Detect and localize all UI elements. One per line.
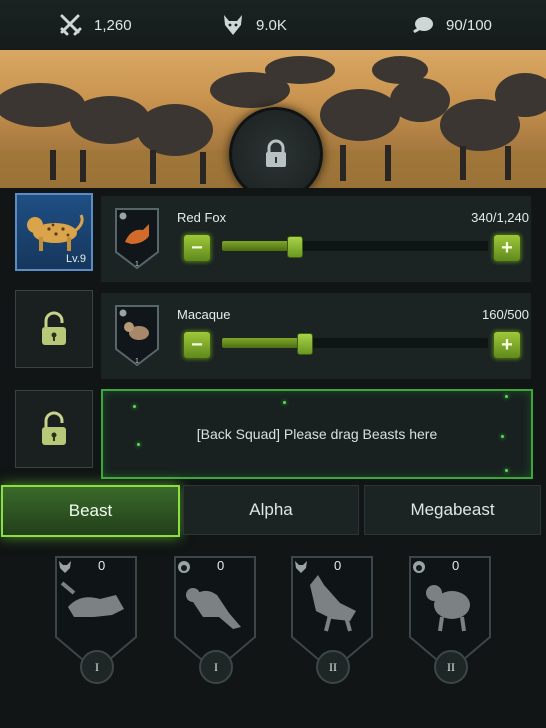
meat-icon (413, 17, 433, 33)
squad-slot-3-locked[interactable] (15, 390, 93, 468)
tab-label: Alpha (249, 500, 293, 519)
tier-label: II (447, 659, 455, 674)
decrease-button[interactable]: − (183, 331, 211, 359)
tier-label: I (95, 659, 99, 674)
minus-icon: − (191, 333, 203, 356)
red-fox-badge: 1 (115, 208, 159, 270)
badge-level: 1 (135, 358, 139, 365)
increase-button[interactable]: + (493, 234, 521, 262)
beast-card[interactable]: 0 II (408, 555, 492, 684)
meat-resource: 90/100 (410, 0, 492, 50)
unlocked-padlock-icon (42, 411, 66, 445)
back-squad-hint: [Back Squad] Please drag Beasts here (196, 426, 438, 442)
tier-badge: I (80, 650, 114, 684)
sparkle (501, 435, 504, 438)
power-resource: 1,260 (58, 0, 132, 50)
beast-power-value: 9.0K (256, 16, 287, 34)
beast-card[interactable]: 0 I (173, 555, 257, 684)
sparkle (505, 469, 508, 472)
monkey-head-icon (119, 309, 127, 317)
badge-level: 1 (135, 261, 139, 268)
tab-beast[interactable]: Beast (1, 485, 180, 537)
tier-label: II (329, 659, 337, 674)
squad-row-macaque: 1 Macaque 160/500 − + (101, 293, 531, 379)
monkey-head-icon (178, 561, 190, 573)
decrease-button[interactable]: − (183, 234, 211, 262)
tier-label: I (214, 659, 218, 674)
meat-value: 90/100 (446, 16, 492, 34)
plus-icon: + (501, 236, 513, 259)
monkey-head-icon (413, 561, 425, 573)
beast-count: 340/1,240 (471, 210, 529, 225)
beast-power-resource: 9.0K (220, 0, 287, 50)
beast-card[interactable]: 0 II (290, 555, 374, 684)
crossed-swords-icon (60, 14, 82, 36)
slot-level: Lv.9 (66, 253, 86, 265)
sparkle (133, 405, 136, 408)
macaque-badge: 1 (115, 305, 159, 367)
wolf-head-icon (224, 15, 242, 35)
sparkle (137, 443, 140, 446)
power-value: 1,260 (94, 16, 132, 34)
wolf-head-icon (295, 561, 307, 573)
tier-badge: I (199, 650, 233, 684)
minus-icon: − (191, 236, 203, 259)
resource-bar: 1,260 9.0K 90/100 (0, 0, 546, 50)
sparkle (505, 395, 508, 398)
slider-fill (222, 241, 294, 251)
plus-icon: + (501, 333, 513, 356)
squad-row-red-fox: 1 Red Fox 340/1,240 − + (101, 196, 531, 282)
squad-slot-2-locked[interactable] (15, 290, 93, 368)
increase-button[interactable]: + (493, 331, 521, 359)
tier-badge: II (434, 650, 468, 684)
beast-count: 160/500 (482, 307, 529, 322)
sparkle (283, 401, 286, 404)
beast-card[interactable]: 0 I (54, 555, 138, 684)
slider-handle[interactable] (286, 236, 303, 258)
tab-label: Beast (68, 501, 113, 520)
quantity-slider[interactable] (222, 333, 488, 355)
beast-count: 0 (334, 558, 342, 573)
beast-count: 0 (217, 558, 225, 573)
beast-count: 0 (98, 558, 106, 573)
lock-icon (266, 139, 286, 167)
unlocked-padlock-icon (42, 311, 66, 345)
beast-name: Red Fox (177, 210, 227, 225)
quantity-slider[interactable] (222, 236, 488, 258)
leopard-portrait (27, 214, 84, 251)
wolf-head-icon (59, 561, 71, 573)
tab-label: Megabeast (410, 500, 495, 519)
beast-count: 0 (452, 558, 460, 573)
tab-alpha[interactable]: Alpha (183, 485, 359, 535)
wolf-head-icon (119, 212, 127, 220)
beast-banner (0, 50, 546, 188)
back-squad-dropzone[interactable]: [Back Squad] Please drag Beasts here (101, 389, 533, 479)
beast-name: Macaque (177, 307, 231, 322)
squad-slot-1[interactable]: Lv.9 (15, 193, 93, 271)
tier-badge: II (316, 650, 350, 684)
slider-fill (222, 338, 305, 348)
tab-megabeast[interactable]: Megabeast (364, 485, 541, 535)
slider-handle[interactable] (297, 333, 314, 355)
